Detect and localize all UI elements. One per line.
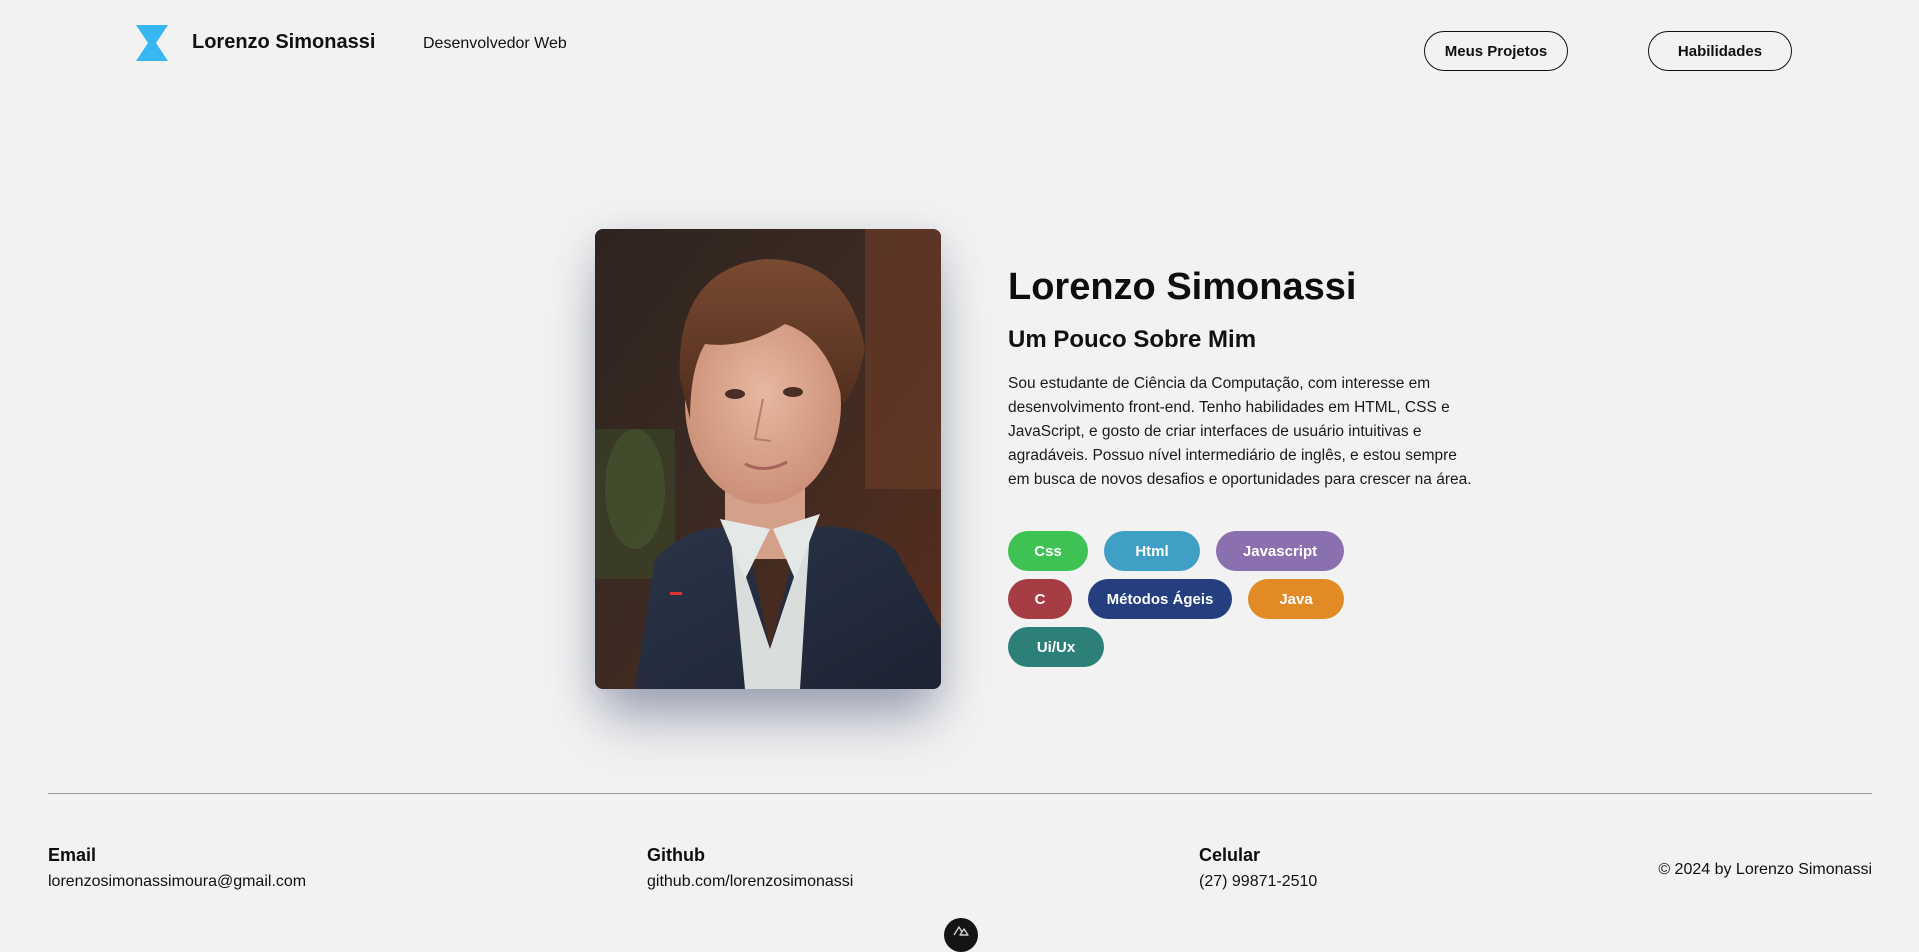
portrait-image xyxy=(595,229,941,689)
copyright-text: © 2024 by Lorenzo Simonassi xyxy=(1658,861,1872,878)
nuxt-devtools-icon xyxy=(953,926,969,936)
about-heading: Um Pouco Sobre Mim xyxy=(1008,326,1257,353)
brand-name[interactable]: Lorenzo Simonassi xyxy=(192,31,375,54)
hourglass-logo-icon[interactable] xyxy=(136,25,168,61)
skill-tag-ui-ux: Ui/Ux xyxy=(1008,627,1104,667)
github-label: Github xyxy=(647,845,705,865)
phone-label: Celular xyxy=(1199,845,1261,865)
skills-row: Css Html Javascript xyxy=(1008,531,1408,571)
skills-list: Css Html Javascript C Métodos Ágeis Java… xyxy=(1008,531,1408,675)
skills-row: C Métodos Ágeis Java xyxy=(1008,579,1408,619)
footer-divider xyxy=(48,793,1872,794)
profile-photo xyxy=(595,229,941,689)
email-label: Email xyxy=(48,845,97,865)
my-projects-button[interactable]: Meus Projetos xyxy=(1424,31,1568,71)
skill-tag-css: Css xyxy=(1008,531,1088,571)
phone-value[interactable]: (27) 99871-2510 xyxy=(1199,873,1317,891)
skills-row: Ui/Ux xyxy=(1008,627,1408,667)
skill-tag-c: C xyxy=(1008,579,1072,619)
skill-tag-agile-methods: Métodos Ágeis xyxy=(1088,579,1232,619)
about-text: Sou estudante de Ciência da Computação, … xyxy=(1008,375,1472,488)
site-header: Lorenzo Simonassi Desenvolvedor Web Meus… xyxy=(0,0,1919,100)
skills-button[interactable]: Habilidades xyxy=(1648,31,1792,71)
skill-tag-java: Java xyxy=(1248,579,1344,619)
about-name: Lorenzo Simonassi xyxy=(1008,266,1357,308)
email-value[interactable]: lorenzosimonassimoura@gmail.com xyxy=(48,873,306,891)
github-link[interactable]: github.com/lorenzosimonassi xyxy=(647,873,853,891)
skill-tag-html: Html xyxy=(1104,531,1200,571)
brand-subtitle: Desenvolvedor Web xyxy=(423,35,567,52)
skill-tag-javascript: Javascript xyxy=(1216,531,1344,571)
nuxt-devtools-button[interactable] xyxy=(944,918,978,952)
